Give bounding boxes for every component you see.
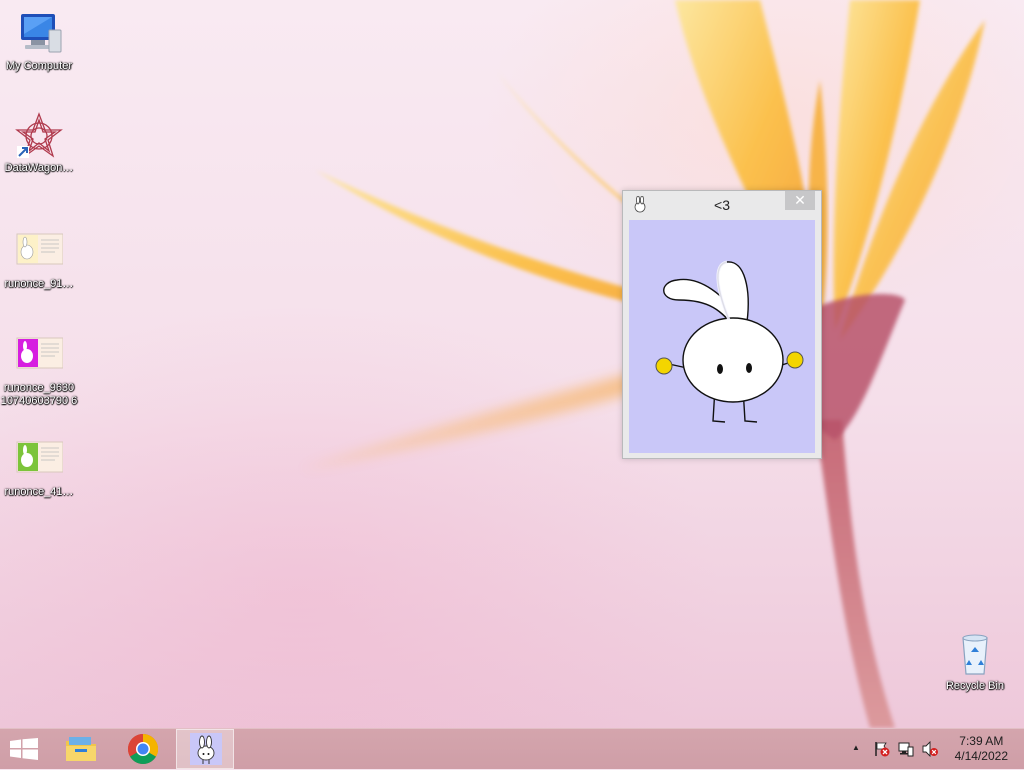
bunny-app-icon (190, 733, 222, 770)
desktop-icon-runonce-91[interactable]: runonce_91… (0, 228, 78, 291)
window-titlebar[interactable]: <3 ✕ (623, 191, 821, 219)
taskbar-clock[interactable]: 7:39 AM 4/14/2022 (955, 734, 1008, 764)
action-center-flag-icon[interactable] (874, 741, 890, 762)
clock-date: 4/14/2022 (954, 749, 1008, 763)
window-close-button[interactable]: ✕ (785, 191, 815, 210)
computer-icon (15, 10, 63, 58)
recycle-bin-icon (951, 630, 999, 678)
image-file-icon (15, 436, 64, 484)
show-hidden-icons-icon[interactable]: ▲ (852, 743, 860, 752)
file-explorer-icon (65, 735, 97, 768)
file-explorer-button[interactable] (56, 729, 106, 769)
bunny-character (655, 260, 804, 423)
desktop-icon-label: My Computer (5, 60, 73, 72)
image-file-icon (15, 332, 64, 380)
desktop-icon-label: Recycle Bin (945, 680, 1005, 692)
volume-muted-icon[interactable] (922, 740, 938, 762)
flower-wallpaper-art (300, 0, 985, 728)
start-icon (10, 738, 38, 765)
bunny-app-window[interactable]: <3 ✕ (622, 190, 822, 459)
chrome-icon (127, 733, 159, 770)
desktop-icon-datawagon[interactable]: DataWagon… (0, 112, 78, 175)
desktop-wallpaper (0, 0, 1024, 728)
chrome-button[interactable] (118, 729, 168, 769)
desktop-icon-my-computer[interactable]: My Computer (0, 10, 78, 73)
network-icon[interactable] (898, 741, 914, 762)
desktop-icon-recycle-bin[interactable]: Recycle Bin (936, 630, 1014, 693)
clock-time: 7:39 AM (959, 734, 1004, 748)
taskbar: ▲ 7:39 AM 4/14/2022 (0, 728, 1024, 769)
bunny-app-taskbar-button[interactable] (176, 729, 234, 769)
desktop-icon-runonce-9630[interactable]: runonce_9630 10740603790 6 (0, 332, 78, 408)
desktop-icon-label: runonce_9630 10740603790 6 (0, 382, 78, 407)
desktop-icon-label: DataWagon… (4, 162, 74, 174)
start-button[interactable] (0, 729, 48, 769)
desktop-icon-runonce-41[interactable]: runonce_41… (0, 436, 78, 499)
desktop-icon-label: runonce_91… (4, 278, 74, 290)
image-file-icon (15, 228, 64, 276)
bunny-canvas[interactable] (629, 220, 815, 453)
desktop-icon-label: runonce_41… (4, 486, 74, 498)
datawagon-icon (15, 112, 63, 160)
